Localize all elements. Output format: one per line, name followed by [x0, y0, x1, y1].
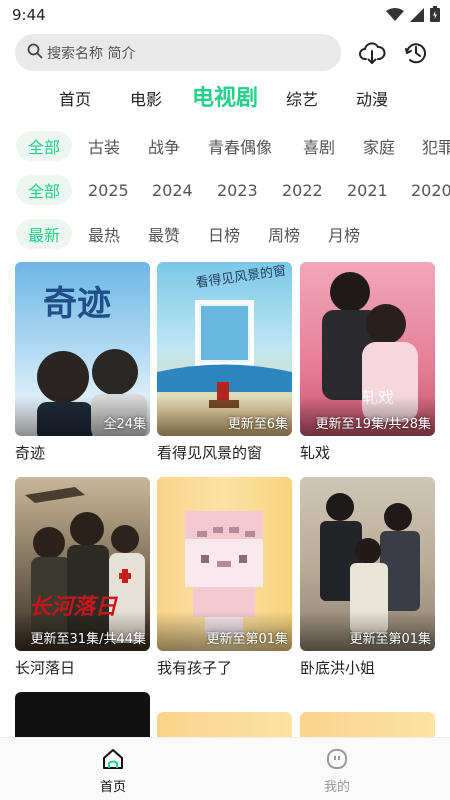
episode-badge: 更新至第01集 [206, 632, 288, 647]
genre-chip[interactable]: 战争 [148, 131, 180, 161]
search-input[interactable]: 搜索名称 简介 [15, 34, 341, 71]
sort-chip-latest[interactable]: 最新 [16, 219, 73, 249]
status-bar: 9:44 [0, 0, 450, 32]
tab-variety[interactable]: 综艺 [286, 86, 318, 110]
episode-badge: 更新至第01集 [349, 632, 431, 647]
media-card[interactable]: 奇迹 全24集 奇迹 [15, 262, 150, 463]
poster-image[interactable]: 更新至第01集 [300, 477, 435, 651]
media-title[interactable]: 我有孩子了 [157, 657, 292, 678]
genre-chip[interactable]: 家庭 [363, 131, 395, 161]
search-placeholder: 搜索名称 简介 [47, 45, 136, 62]
episode-badge: 全24集 [103, 417, 146, 432]
episode-badge: 更新至31集/共44集 [30, 632, 146, 647]
profile-icon [325, 749, 349, 774]
poster-image[interactable]: 奇迹 全24集 [15, 262, 150, 436]
cell-signal-icon [410, 7, 424, 26]
poster-title-text: 奇迹 [43, 284, 111, 324]
year-chip[interactable]: 2025 [88, 175, 129, 205]
sort-chip[interactable]: 月榜 [328, 219, 360, 249]
media-title[interactable]: 轧戏 [300, 442, 435, 463]
year-chip[interactable]: 2020 [411, 175, 450, 205]
episode-badge: 更新至6集 [227, 417, 288, 432]
genre-filter-row: 全部 古装 战争 青春偶像 喜剧 家庭 犯罪 [0, 131, 450, 163]
year-chip[interactable]: 2023 [217, 175, 258, 205]
year-chip[interactable]: 2021 [347, 175, 388, 205]
year-filter-row: 全部 2025 2024 2023 2022 2021 2020 [0, 175, 450, 207]
year-chip[interactable]: 2022 [282, 175, 323, 205]
sort-chip[interactable]: 最赞 [148, 219, 180, 249]
media-card[interactable]: 长河落日 更新至31集/共44集 长河落日 [15, 477, 150, 678]
status-icons [386, 6, 440, 26]
nav-home[interactable]: 首页 [73, 748, 153, 795]
media-card[interactable]: 看得见风景的窗 更新至6集 看得见风景的窗 [157, 262, 292, 463]
genre-chip[interactable]: 古装 [88, 131, 120, 161]
media-card[interactable]: 轧戏 更新至19集/共28集 轧戏 [300, 262, 435, 463]
poster-image[interactable]: 更新至第01集 [157, 477, 292, 651]
history-clock-icon[interactable] [401, 38, 431, 68]
sort-chip[interactable]: 最热 [88, 219, 120, 249]
year-chip-all[interactable]: 全部 [16, 175, 73, 205]
media-card[interactable]: 更新至第01集 卧底洪小姐 [300, 477, 435, 678]
wifi-icon [386, 7, 404, 26]
poster-image[interactable]: 看得见风景的窗 更新至6集 [157, 262, 292, 436]
media-title[interactable]: 长河落日 [15, 657, 150, 678]
poster-image[interactable]: 长河落日 更新至31集/共44集 [15, 477, 150, 651]
tab-tv-series[interactable]: 电视剧 [192, 80, 258, 112]
home-icon [101, 749, 125, 774]
nav-profile-label: 我的 [323, 780, 350, 795]
year-chip[interactable]: 2024 [152, 175, 193, 205]
media-title[interactable]: 卧底洪小姐 [300, 657, 435, 678]
search-row: 搜索名称 简介 [0, 34, 450, 74]
category-tabs: 首页 电影 电视剧 综艺 动漫 [0, 80, 450, 116]
genre-chip[interactable]: 青春偶像 [208, 131, 272, 161]
genre-chip-all[interactable]: 全部 [16, 131, 73, 161]
cloud-download-icon[interactable] [357, 38, 387, 68]
media-title[interactable]: 看得见风景的窗 [157, 442, 292, 463]
media-title[interactable]: 奇迹 [15, 442, 150, 463]
search-icon [27, 43, 43, 63]
poster-image[interactable]: 轧戏 更新至19集/共28集 [300, 262, 435, 436]
sort-chip[interactable]: 周榜 [268, 219, 300, 249]
status-time: 9:44 [12, 6, 46, 24]
sort-filter-row: 最新 最热 最赞 日榜 周榜 月榜 [0, 219, 450, 251]
genre-chip[interactable]: 喜剧 [303, 131, 335, 161]
sort-chip[interactable]: 日榜 [208, 219, 240, 249]
bottom-nav: 首页 我的 [0, 737, 450, 800]
tab-movie[interactable]: 电影 [130, 86, 162, 110]
episode-badge: 更新至19集/共28集 [315, 417, 431, 432]
tab-anime[interactable]: 动漫 [356, 86, 388, 110]
media-card[interactable]: 更新至第01集 我有孩子了 [157, 477, 292, 678]
nav-home-label: 首页 [99, 780, 126, 795]
battery-icon [430, 6, 440, 26]
nav-profile[interactable]: 我的 [297, 748, 377, 795]
genre-chip[interactable]: 犯罪 [422, 131, 450, 161]
tab-home[interactable]: 首页 [59, 86, 91, 110]
